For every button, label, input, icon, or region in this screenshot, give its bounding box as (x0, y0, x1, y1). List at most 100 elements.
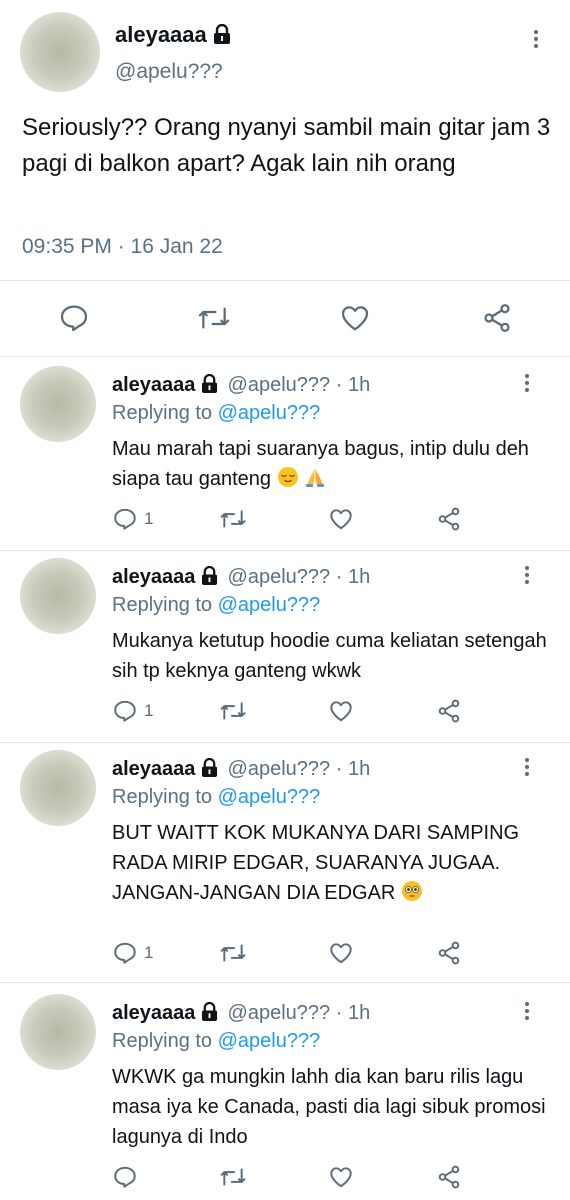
separator: · (335, 374, 343, 396)
retweet-icon (220, 510, 246, 528)
author-handle[interactable]: @apelu??? (228, 758, 331, 780)
divider (0, 280, 570, 281)
author-handle[interactable]: @apelu??? (228, 374, 331, 396)
reply-button[interactable] (58, 302, 90, 334)
share-icon (484, 304, 510, 332)
avatar[interactable] (20, 750, 96, 826)
author-handle[interactable]: @apelu??? (228, 1002, 331, 1024)
author-handle[interactable]: @apelu??? (115, 60, 223, 84)
retweet-icon (220, 1168, 246, 1186)
reply-button[interactable] (112, 698, 138, 729)
reply-tweet[interactable]: aleyaaaa @apelu??? · 1h Replying to @ape… (0, 750, 570, 980)
author-handle[interactable]: @apelu??? (228, 566, 331, 588)
more-icon[interactable] (525, 758, 529, 779)
share-icon (438, 507, 460, 531)
retweet-button[interactable] (218, 506, 248, 537)
retweet-button[interactable] (218, 1164, 248, 1195)
like-button[interactable] (338, 302, 372, 334)
like-button[interactable] (327, 506, 355, 537)
share-button[interactable] (436, 940, 462, 971)
retweet-button[interactable] (218, 940, 248, 971)
share-icon (438, 941, 460, 965)
more-icon[interactable] (525, 1002, 529, 1023)
like-icon (330, 1167, 352, 1188)
flushed-face-emoji (401, 881, 422, 901)
replying-to: Replying to @apelu??? (112, 594, 321, 616)
reply-text: Mukanya ketutup hoodie cuma keliatan set… (112, 630, 547, 682)
divider (0, 742, 570, 743)
replying-to-link[interactable]: @apelu??? (218, 786, 321, 808)
share-button[interactable] (436, 1164, 462, 1195)
author-name[interactable]: aleyaaaa (112, 1002, 195, 1024)
like-icon (341, 306, 369, 331)
retweet-button[interactable] (196, 302, 232, 334)
reply-count: 1 (144, 509, 154, 528)
lock-icon (201, 1002, 218, 1021)
reply-icon (114, 1166, 136, 1188)
divider (0, 550, 570, 551)
lock-icon (213, 24, 230, 44)
retweet-icon (198, 307, 230, 329)
avatar[interactable] (20, 366, 96, 442)
more-icon[interactable] (525, 566, 529, 587)
reply-time[interactable]: 1h (348, 1002, 370, 1024)
like-button[interactable] (327, 698, 355, 729)
replying-to: Replying to @apelu??? (112, 1030, 321, 1052)
reply-icon (114, 508, 136, 530)
replying-to-link[interactable]: @apelu??? (218, 594, 321, 616)
avatar[interactable] (20, 12, 100, 92)
author-name[interactable]: aleyaaaa (112, 374, 195, 396)
replying-to-link[interactable]: @apelu??? (218, 402, 321, 424)
reply-header: aleyaaaa @apelu??? · 1h (112, 374, 370, 397)
reply-text: BUT WAITT KOK MUKANYA DARI SAMPING RADA … (112, 822, 520, 904)
lock-icon (201, 566, 218, 585)
divider (0, 356, 570, 357)
separator: · (335, 566, 343, 588)
reply-text: Mau marah tapi suaranya bagus, intip dul… (112, 438, 529, 490)
like-button[interactable] (327, 1164, 355, 1195)
replying-to-link[interactable]: @apelu??? (218, 1030, 321, 1052)
separator: · (335, 758, 343, 780)
avatar[interactable] (20, 994, 96, 1070)
retweet-icon (220, 944, 246, 962)
like-icon (330, 701, 352, 722)
lock-icon (201, 758, 218, 777)
avatar[interactable] (20, 558, 96, 634)
share-icon (438, 1165, 460, 1189)
replying-to: Replying to @apelu??? (112, 402, 321, 424)
author-name[interactable]: aleyaaaa (112, 566, 195, 588)
retweet-icon (220, 702, 246, 720)
folded-hands-emoji (306, 469, 325, 487)
author-name[interactable]: aleyaaaa (112, 758, 195, 780)
retweet-button[interactable] (218, 698, 248, 729)
more-icon[interactable] (534, 30, 538, 51)
share-button[interactable] (481, 302, 513, 334)
reply-time[interactable]: 1h (348, 566, 370, 588)
reply-icon (114, 942, 136, 964)
reply-count: 1 (144, 943, 154, 962)
like-button[interactable] (327, 940, 355, 971)
reply-button[interactable] (112, 940, 138, 971)
reply-count: 1 (144, 701, 154, 720)
reply-tweet[interactable]: aleyaaaa @apelu??? · 1h Replying to @ape… (0, 366, 570, 556)
author-name[interactable]: aleyaaaa (115, 22, 231, 48)
reply-icon (114, 700, 136, 722)
share-button[interactable] (436, 698, 462, 729)
reply-time[interactable]: 1h (348, 374, 370, 396)
share-button[interactable] (436, 506, 462, 537)
reply-text: WKWK ga mungkin lahh dia kan baru rilis … (112, 1066, 546, 1148)
reply-header: aleyaaaa @apelu??? · 1h (112, 566, 370, 589)
reply-button[interactable] (112, 1164, 138, 1195)
reply-icon (60, 305, 88, 332)
reply-header: aleyaaaa @apelu??? · 1h (112, 1002, 370, 1025)
reply-tweet[interactable]: aleyaaaa @apelu??? · 1h Replying to @ape… (0, 994, 570, 1200)
separator: · (335, 1002, 343, 1024)
like-icon (330, 943, 352, 964)
tweet-timestamp[interactable]: 09:35 PM · 16 Jan 22 (22, 235, 223, 259)
share-icon (438, 699, 460, 723)
more-icon[interactable] (525, 374, 529, 395)
reply-time[interactable]: 1h (348, 758, 370, 780)
reply-button[interactable] (112, 506, 138, 537)
divider (0, 982, 570, 983)
reply-tweet[interactable]: aleyaaaa @apelu??? · 1h Replying to @ape… (0, 558, 570, 748)
